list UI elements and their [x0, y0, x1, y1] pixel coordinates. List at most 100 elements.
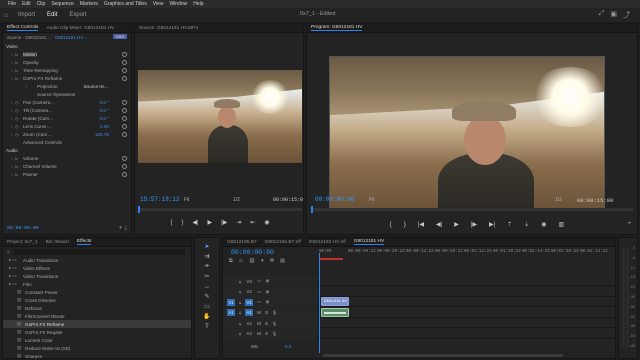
- reset-icon[interactable]: [122, 99, 127, 105]
- tab-audio-clip-mixer[interactable]: Audio Clip Mixer: G8012181 HV: [46, 26, 114, 31]
- source-patch[interactable]: [227, 278, 235, 285]
- lift-icon[interactable]: ⇡: [507, 221, 512, 228]
- mute-icon[interactable]: M: [257, 321, 261, 326]
- sync-lock-icon[interactable]: ▭: [257, 299, 261, 305]
- track-label[interactable]: A2: [245, 320, 253, 327]
- lock-icon[interactable]: 🔒︎: [239, 321, 241, 326]
- effect-value[interactable]: 120.78: [95, 132, 109, 137]
- feedback-icon[interactable]: ▣: [610, 10, 617, 20]
- solo-icon[interactable]: S: [265, 321, 268, 326]
- reset-icon[interactable]: [122, 75, 127, 81]
- overwrite-icon[interactable]: ⇤: [250, 219, 255, 226]
- effect-value[interactable]: 0.0 °: [100, 116, 110, 121]
- type-tool-icon[interactable]: T: [203, 322, 212, 331]
- effect-list-item[interactable]: ▤ GoPro FX Reqalet: [3, 328, 191, 336]
- source-patch[interactable]: A1: [227, 309, 235, 316]
- step-back-icon[interactable]: ◀|: [436, 221, 442, 228]
- tab-edit[interactable]: Edit: [47, 12, 57, 18]
- effect-list-item[interactable]: ▤ Defocus: [3, 304, 191, 312]
- effect-row[interactable]: Source Operations: [3, 90, 131, 98]
- menu-help[interactable]: Help: [193, 1, 203, 7]
- work-area-bar[interactable]: [319, 258, 343, 260]
- effect-list-item[interactable]: ▸ ▭ Audio Transitions: [3, 256, 191, 264]
- fx-badge-icon[interactable]: fx: [15, 52, 23, 57]
- mark-out-icon[interactable]: }: [404, 222, 406, 228]
- expand-arrow-icon[interactable]: ›: [23, 83, 29, 89]
- sync-lock-icon[interactable]: ▭: [257, 289, 261, 295]
- slip-tool-icon[interactable]: ↔: [203, 282, 212, 291]
- fx-badge-icon[interactable]: fx: [15, 172, 23, 177]
- audio-effect-row[interactable]: › fx Panner: [3, 170, 131, 178]
- home-icon[interactable]: ⌂: [4, 12, 8, 19]
- source-patch[interactable]: V1: [227, 298, 235, 306]
- play-icon[interactable]: ▶: [454, 221, 459, 228]
- stopwatch-icon[interactable]: ◷: [15, 132, 23, 137]
- stopwatch-icon[interactable]: ◷: [15, 108, 23, 113]
- lock-icon[interactable]: 🔒︎: [239, 310, 241, 315]
- mix-value[interactable]: 0.0: [285, 344, 291, 349]
- extract-icon[interactable]: ⇣: [524, 221, 529, 228]
- source-patch[interactable]: [227, 288, 235, 295]
- effect-value[interactable]: 0.0 °: [100, 100, 110, 105]
- export-frame-icon[interactable]: ◉: [541, 221, 546, 228]
- menu-file[interactable]: File: [8, 1, 16, 7]
- mute-icon[interactable]: M: [257, 310, 261, 315]
- timeline-timecode[interactable]: 00:00:00:00: [231, 249, 274, 256]
- effect-list-item[interactable]: ▤ Cross Dissolve: [3, 296, 191, 304]
- reset-icon[interactable]: [122, 59, 127, 65]
- reset-icon[interactable]: [122, 107, 127, 113]
- fullscreen-icon[interactable]: ⤢: [599, 10, 605, 20]
- audio-effect-row[interactable]: › fx Channel Volume: [3, 162, 131, 170]
- mic-icon[interactable]: 🎙︎: [272, 331, 277, 336]
- clip-selector[interactable]: G8012181 HV…: [55, 35, 88, 40]
- eye-icon[interactable]: ◉: [265, 289, 269, 295]
- add-marker-icon[interactable]: ▾: [261, 258, 264, 264]
- effect-list-item[interactable]: ▸ ▭ Film: [3, 280, 191, 288]
- mark-in-icon[interactable]: {: [170, 220, 172, 226]
- tab-project[interactable]: Project: 0x7_1: [7, 240, 38, 245]
- menu-clip[interactable]: Clip: [37, 1, 46, 7]
- fx-badge-icon[interactable]: fx: [15, 68, 23, 73]
- stopwatch-icon[interactable]: ◷: [15, 124, 23, 129]
- mic-icon[interactable]: 🎙︎: [272, 321, 277, 326]
- effect-value[interactable]: Source Im…: [83, 84, 109, 89]
- effect-list-item[interactable]: ▸ ▭ Video Effects: [3, 264, 191, 272]
- reset-icon[interactable]: [122, 115, 127, 121]
- menu-graphics[interactable]: Graphics and Titles: [104, 1, 147, 7]
- effect-list-item[interactable]: ▤ Constant Power: [3, 288, 191, 296]
- play-icon[interactable]: ▶: [208, 219, 213, 226]
- fx-badge-icon[interactable]: fx: [15, 60, 23, 65]
- mute-icon[interactable]: M: [257, 331, 261, 336]
- go-to-in-icon[interactable]: |◀: [418, 221, 424, 228]
- tab-import[interactable]: Import: [18, 12, 35, 18]
- track-label[interactable]: A3: [245, 330, 253, 337]
- reset-icon[interactable]: [122, 123, 127, 129]
- tab-sequence-2[interactable]: G8012166 B7 eff: [265, 240, 301, 245]
- effects-search-input[interactable]: [13, 248, 185, 255]
- program-resolution-select[interactable]: 1/2: [555, 197, 562, 203]
- effect-row[interactable]: › fx GoPro FX Reframe: [3, 74, 131, 82]
- lock-icon[interactable]: 🔒︎: [239, 331, 241, 336]
- effect-row[interactable]: › ◷ Zoom (Cam… 120.78: [3, 130, 131, 138]
- fx-badge-icon[interactable]: fx: [15, 76, 23, 81]
- effect-list-item[interactable]: ▤ GoPro FX Reframe: [3, 320, 191, 328]
- eye-icon[interactable]: ◉: [265, 278, 269, 284]
- nest-icon[interactable]: ⧉: [229, 258, 233, 264]
- tab-sequence-4[interactable]: G8012181 HV: [353, 239, 385, 245]
- effect-list-item[interactable]: ▤ Reduce Noise v5 (SE): [3, 344, 191, 352]
- source-patch[interactable]: [227, 330, 235, 337]
- sync-lock-icon[interactable]: ▭: [257, 278, 261, 284]
- eye-icon[interactable]: ◉: [265, 299, 269, 305]
- stopwatch-icon[interactable]: ◷: [15, 116, 23, 121]
- mic-icon[interactable]: 🎙︎: [272, 310, 277, 315]
- razor-tool-icon[interactable]: ✂: [203, 272, 212, 281]
- tab-sequence-1[interactable]: G8012185 B7: [227, 240, 257, 245]
- effect-value[interactable]: 0.0 °: [100, 108, 110, 113]
- reset-icon[interactable]: [122, 171, 127, 177]
- audio-effect-row[interactable]: › fx Volume: [3, 154, 131, 162]
- effect-row[interactable]: Advanced Controls: [3, 138, 131, 146]
- stopwatch-icon[interactable]: ◷: [15, 100, 23, 105]
- mark-in-icon[interactable]: {: [390, 222, 392, 228]
- expand-arrow-icon[interactable]: [9, 139, 15, 145]
- solo-icon[interactable]: S: [265, 331, 268, 336]
